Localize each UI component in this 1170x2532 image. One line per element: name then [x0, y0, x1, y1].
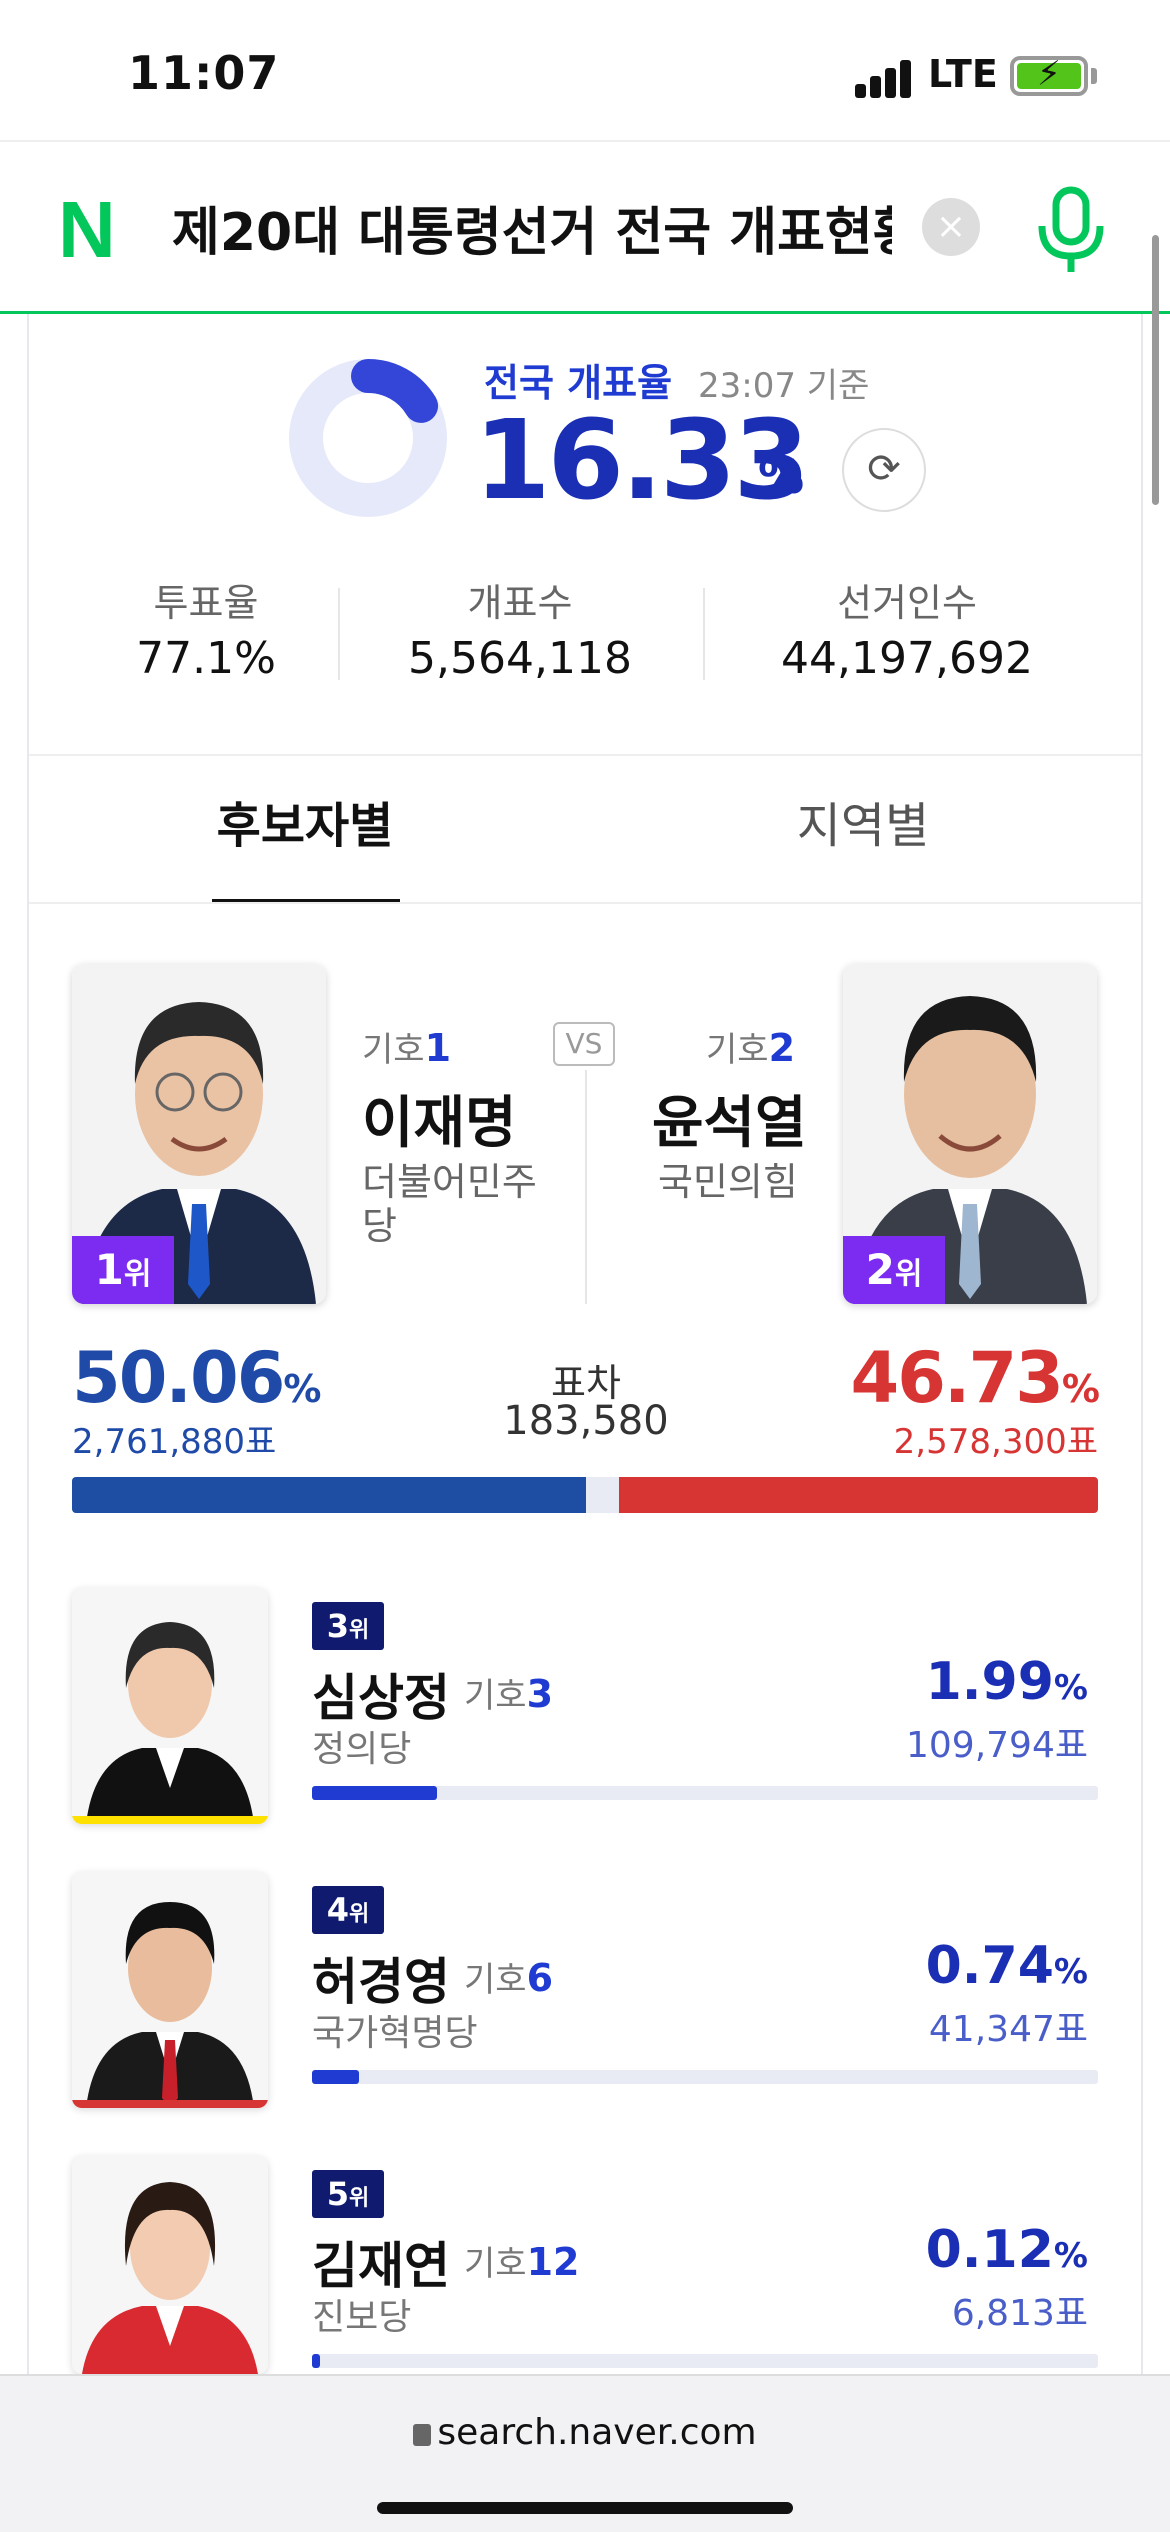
- rank-badge: 3위: [312, 1602, 384, 1650]
- lock-icon: [413, 2424, 432, 2446]
- stat-value: 5,564,118: [408, 633, 632, 684]
- rank-badge: 2위: [843, 1236, 945, 1304]
- vote-bar-candidate-5: [312, 2354, 320, 2368]
- candidate-party-5: 진보당: [312, 2297, 412, 2338]
- stat-turnout: 투표율 77.1%: [132, 572, 280, 684]
- vote-bar-candidate-3: [312, 1786, 437, 1800]
- candidate-photo-2[interactable]: 2위: [843, 964, 1097, 1304]
- status-time: 11:07: [128, 46, 280, 100]
- vs-divider: [585, 1070, 587, 1304]
- count-progress-donut: [289, 359, 447, 517]
- tab-by-region[interactable]: 지역별: [778, 786, 948, 856]
- rank-badge: 1위: [72, 1236, 174, 1304]
- mic-icon[interactable]: [1036, 186, 1106, 276]
- rank-badge: 5위: [312, 2170, 384, 2218]
- vs-label: VS: [553, 1022, 615, 1066]
- candidate-pct-5: 0.12%: [925, 2220, 1088, 2280]
- candidate-photo-4[interactable]: [72, 1872, 268, 2108]
- stat-value: 77.1%: [136, 633, 276, 684]
- candidate-number-3: 기호3: [464, 1672, 554, 1716]
- rank-badge: 4위: [312, 1886, 384, 1934]
- stat-label: 선거인수: [837, 581, 977, 625]
- tab-by-candidate[interactable]: 후보자별: [212, 786, 398, 856]
- candidate-photo-5[interactable]: [72, 2156, 268, 2374]
- candidate-photo-1[interactable]: 1위: [72, 964, 326, 1304]
- network-label: LTE: [928, 52, 998, 96]
- search-input[interactable]: 제20대 대통령선거 전국 개표현황: [172, 198, 892, 268]
- stat-label: 개표수: [467, 581, 573, 625]
- stat-value: 44,197,692: [781, 633, 1033, 684]
- refresh-button[interactable]: ⟳: [842, 428, 926, 512]
- vote-bar-track: [312, 2070, 1098, 2084]
- candidate-number-4: 기호6: [464, 1956, 554, 2000]
- search-bar: N 제20대 대통령선거 전국 개표현황 ×: [0, 140, 1170, 314]
- candidate-name-2[interactable]: 윤석열: [652, 1078, 807, 1159]
- party-color-stripe: [72, 1816, 268, 1824]
- status-bar: 11:07 LTE ⚡: [0, 0, 1170, 140]
- clear-search-button[interactable]: ×: [922, 198, 980, 256]
- vote-bar-track: [312, 2354, 1098, 2368]
- candidate-number-1: 기호1: [362, 1026, 452, 1070]
- candidate-votes-1: 2,761,880표: [72, 1422, 277, 1462]
- count-rate: 16.33: [474, 396, 810, 524]
- stat-electorate: 선거인수 44,197,692: [762, 572, 1052, 684]
- stat-divider: [703, 588, 705, 680]
- candidate-party-2: 국민의힘: [658, 1160, 798, 1204]
- candidate-votes-3: 109,794표: [906, 1725, 1088, 1766]
- candidate-party-1: 더불어민주당: [362, 1160, 537, 1248]
- candidate-pct-3: 1.99%: [925, 1652, 1088, 1712]
- candidate-votes-4: 41,347표: [928, 2009, 1088, 2050]
- vote-bar-candidate-4: [312, 2070, 359, 2084]
- scrollbar[interactable]: [1152, 235, 1159, 505]
- candidate-votes-2: 2,578,300표: [893, 1422, 1098, 1462]
- candidate-pct-4: 0.74%: [925, 1936, 1088, 1996]
- stat-divider: [338, 588, 340, 680]
- candidate-photo-3[interactable]: [72, 1588, 268, 1824]
- naver-logo[interactable]: N: [58, 190, 132, 270]
- count-rate-unit: %: [758, 450, 805, 504]
- candidate-name-1[interactable]: 이재명: [362, 1078, 517, 1159]
- candidate-votes-5: 6,813표: [951, 2293, 1088, 2334]
- home-indicator[interactable]: [377, 2502, 793, 2514]
- candidate-party-4: 국가혁명당: [312, 2013, 478, 2054]
- candidate-party-3: 정의당: [312, 1729, 412, 1770]
- margin-value: 183,580: [503, 1398, 669, 1444]
- url-text[interactable]: search.naver.com: [0, 2412, 1170, 2453]
- section-divider: [29, 754, 1141, 756]
- party-color-stripe: [72, 2100, 268, 2108]
- vote-bar-candidate-1: [72, 1477, 586, 1513]
- battery-icon: ⚡: [1010, 56, 1088, 96]
- stat-counted: 개표수 5,564,118: [400, 572, 640, 684]
- battery-tip: [1091, 68, 1097, 84]
- candidate-number-5: 기호12: [464, 2240, 580, 2284]
- tabs-divider: [29, 902, 1141, 904]
- signal-icon: [855, 58, 915, 98]
- vote-bar-candidate-2: [619, 1477, 1098, 1513]
- stat-label: 투표율: [153, 581, 259, 625]
- candidate-number-2: 기호2: [706, 1026, 796, 1070]
- url-bar[interactable]: search.naver.com: [0, 2374, 1170, 2532]
